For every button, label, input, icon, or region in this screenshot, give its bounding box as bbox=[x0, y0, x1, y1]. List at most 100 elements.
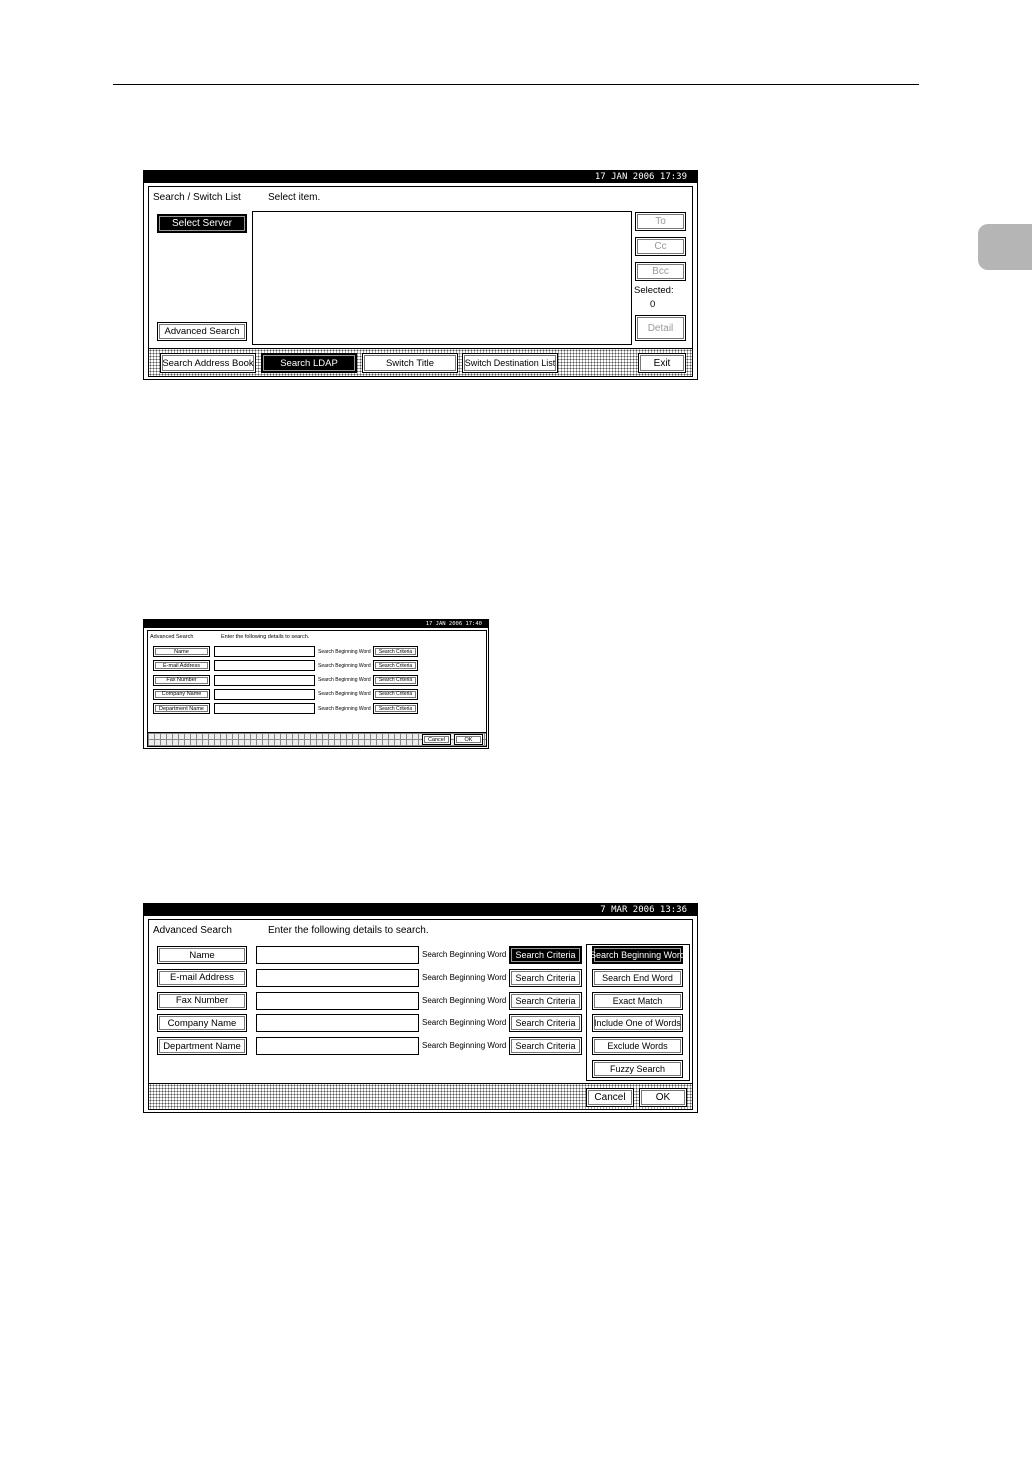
e-mail-address-search-criteria-button[interactable]: Search Criteria bbox=[509, 968, 582, 987]
cancel-label: Cancel bbox=[427, 736, 446, 743]
detail-label: Detail bbox=[647, 322, 674, 334]
name-search-criteria-button[interactable]: Search Criteria bbox=[509, 946, 582, 964]
status-bar: 7 MAR 2006 13:36 bbox=[144, 904, 697, 916]
name-field-button[interactable]: Name bbox=[157, 946, 247, 964]
advanced-search-screen-small: 17 JAN 2006 17:40 Advanced Search Enter … bbox=[143, 619, 489, 749]
option-fuzzy-search[interactable]: Fuzzy Search bbox=[592, 1060, 683, 1078]
company-name-field-button[interactable]: Company Name bbox=[153, 688, 210, 700]
ok-button[interactable]: OK bbox=[639, 1088, 687, 1107]
instruction-text: Select item. bbox=[268, 192, 321, 203]
e-mail-address-input[interactable] bbox=[214, 660, 315, 672]
company-name-field-button-label: Company Name bbox=[167, 1017, 237, 1029]
company-name-input[interactable] bbox=[256, 1014, 419, 1033]
advanced-search-button[interactable]: Advanced Search bbox=[157, 322, 247, 341]
fax-number-input[interactable] bbox=[256, 991, 419, 1010]
company-name-field-button[interactable]: Company Name bbox=[157, 1014, 247, 1033]
fax-number-field-button[interactable]: Fax Number bbox=[157, 991, 247, 1010]
name-input[interactable] bbox=[214, 646, 315, 657]
name-field-button[interactable]: Name bbox=[153, 646, 210, 657]
screen-body: Advanced Search Enter the following deta… bbox=[147, 630, 487, 747]
fax-number-field-button[interactable]: Fax Number bbox=[153, 674, 210, 686]
cancel-label: Cancel bbox=[594, 1092, 626, 1103]
name-search-criteria-button[interactable]: Search Criteria bbox=[373, 646, 418, 657]
status-bar: 17 JAN 2006 17:40 bbox=[144, 620, 488, 628]
instruction-text: Enter the following details to search. bbox=[268, 925, 429, 936]
option-exclude-words[interactable]: Exclude Words bbox=[592, 1037, 683, 1056]
page-header-rule bbox=[113, 84, 919, 85]
screen-body: Search / Switch List Select item. Select… bbox=[148, 186, 693, 377]
department-name-search-criteria-button[interactable]: Search Criteria bbox=[373, 703, 418, 715]
option-search-end-word-label: Search End Word bbox=[602, 972, 673, 983]
fax-number-field-button-label: Fax Number bbox=[175, 995, 229, 1007]
fax-number-input[interactable] bbox=[214, 674, 315, 686]
fax-number-search-criteria-button[interactable]: Search Criteria bbox=[509, 991, 582, 1010]
fax-number-search-mode: Search Beginning Word bbox=[422, 995, 507, 1005]
department-name-search-criteria-button-label: Search Criteria bbox=[378, 705, 413, 712]
fax-number-search-criteria-button-label: Search Criteria bbox=[515, 995, 576, 1006]
option-exact-match[interactable]: Exact Match bbox=[592, 991, 683, 1010]
cc-button[interactable]: Cc bbox=[635, 237, 686, 256]
e-mail-address-field-button[interactable]: E-mail Address bbox=[153, 660, 210, 672]
ok-button[interactable]: OK bbox=[454, 734, 483, 745]
tab-search-ldap[interactable]: Search LDAP bbox=[261, 353, 357, 373]
name-field-button-label: Name bbox=[189, 949, 215, 961]
company-name-input[interactable] bbox=[214, 688, 315, 700]
exit-button[interactable]: Exit bbox=[638, 353, 686, 373]
bcc-label: Bcc bbox=[652, 266, 669, 277]
company-name-search-mode: Search Beginning Word bbox=[422, 1018, 507, 1028]
company-name-search-criteria-button-label: Search Criteria bbox=[515, 1018, 576, 1029]
e-mail-address-field-button[interactable]: E-mail Address bbox=[157, 968, 247, 987]
company-name-field-button-label: Company Name bbox=[161, 691, 202, 698]
company-name-search-criteria-button[interactable]: Search Criteria bbox=[373, 688, 418, 700]
screen-title: Advanced Search bbox=[153, 925, 232, 936]
e-mail-address-search-criteria-button[interactable]: Search Criteria bbox=[373, 660, 418, 672]
e-mail-address-input[interactable] bbox=[256, 968, 419, 987]
fax-number-search-mode: Search Beginning Word bbox=[318, 677, 371, 684]
screen-title: Advanced Search bbox=[150, 634, 194, 640]
cancel-button[interactable]: Cancel bbox=[422, 734, 451, 745]
department-name-input[interactable] bbox=[214, 703, 315, 715]
option-search-beginning-word-label: Search Beginning Word bbox=[590, 950, 685, 960]
option-search-end-word[interactable]: Search End Word bbox=[592, 968, 683, 987]
select-server-button[interactable]: Select Server bbox=[157, 214, 247, 233]
name-search-criteria-button-label: Search Criteria bbox=[378, 648, 413, 655]
screen-body: Advanced Search Enter the following deta… bbox=[148, 919, 693, 1110]
company-name-search-criteria-button[interactable]: Search Criteria bbox=[509, 1014, 582, 1033]
tab-switch-destination-list[interactable]: Switch Destination List bbox=[462, 353, 558, 373]
option-search-beginning-word[interactable]: Search Beginning Word bbox=[590, 946, 685, 964]
to-button[interactable]: To bbox=[635, 212, 686, 231]
fax-number-search-criteria-button[interactable]: Search Criteria bbox=[373, 674, 418, 686]
cc-label: Cc bbox=[654, 241, 667, 252]
department-name-field-button[interactable]: Department Name bbox=[157, 1037, 247, 1056]
e-mail-address-search-mode: Search Beginning Word bbox=[422, 972, 507, 982]
tab-switch-title[interactable]: Switch Title bbox=[362, 353, 458, 373]
option-include-one-of-words-label: Include One of Words bbox=[594, 1018, 681, 1029]
chapter-tab-marker bbox=[978, 224, 1032, 270]
advanced-search-label: Advanced Search bbox=[164, 326, 240, 337]
tab-label: Switch Title bbox=[385, 357, 435, 369]
department-name-input[interactable] bbox=[256, 1037, 419, 1056]
option-include-one-of-words[interactable]: Include One of Words bbox=[592, 1014, 683, 1033]
department-name-field-button-label: Department Name bbox=[159, 705, 204, 712]
department-name-search-criteria-button[interactable]: Search Criteria bbox=[509, 1037, 582, 1056]
department-name-search-mode: Search Beginning Word bbox=[318, 705, 371, 712]
screen-title: Search / Switch List bbox=[153, 192, 241, 203]
advanced-search-screen-criteria: 7 MAR 2006 13:36 Advanced Search Enter t… bbox=[143, 903, 698, 1113]
cancel-button[interactable]: Cancel bbox=[586, 1088, 634, 1107]
department-name-field-button[interactable]: Department Name bbox=[153, 703, 210, 715]
option-exclude-words-label: Exclude Words bbox=[607, 1041, 668, 1052]
destination-list-area[interactable] bbox=[252, 211, 632, 345]
name-input[interactable] bbox=[256, 946, 419, 964]
tab-search-address-book[interactable]: Search Address Book bbox=[160, 353, 256, 373]
exit-label: Exit bbox=[653, 357, 671, 369]
company-name-search-mode: Search Beginning Word bbox=[318, 691, 371, 698]
e-mail-address-field-button-label: E-mail Address bbox=[163, 662, 200, 669]
name-search-mode: Search Beginning Word bbox=[318, 648, 371, 655]
status-bar: 17 JAN 2006 17:39 bbox=[144, 171, 697, 183]
department-name-field-button-label: Department Name bbox=[163, 1040, 241, 1052]
name-search-criteria-button-label: Search Criteria bbox=[515, 950, 576, 960]
datetime: 17 JAN 2006 17:39 bbox=[594, 172, 687, 182]
bcc-button[interactable]: Bcc bbox=[635, 262, 686, 281]
detail-button[interactable]: Detail bbox=[635, 315, 686, 341]
select-server-label: Select Server bbox=[171, 218, 233, 229]
